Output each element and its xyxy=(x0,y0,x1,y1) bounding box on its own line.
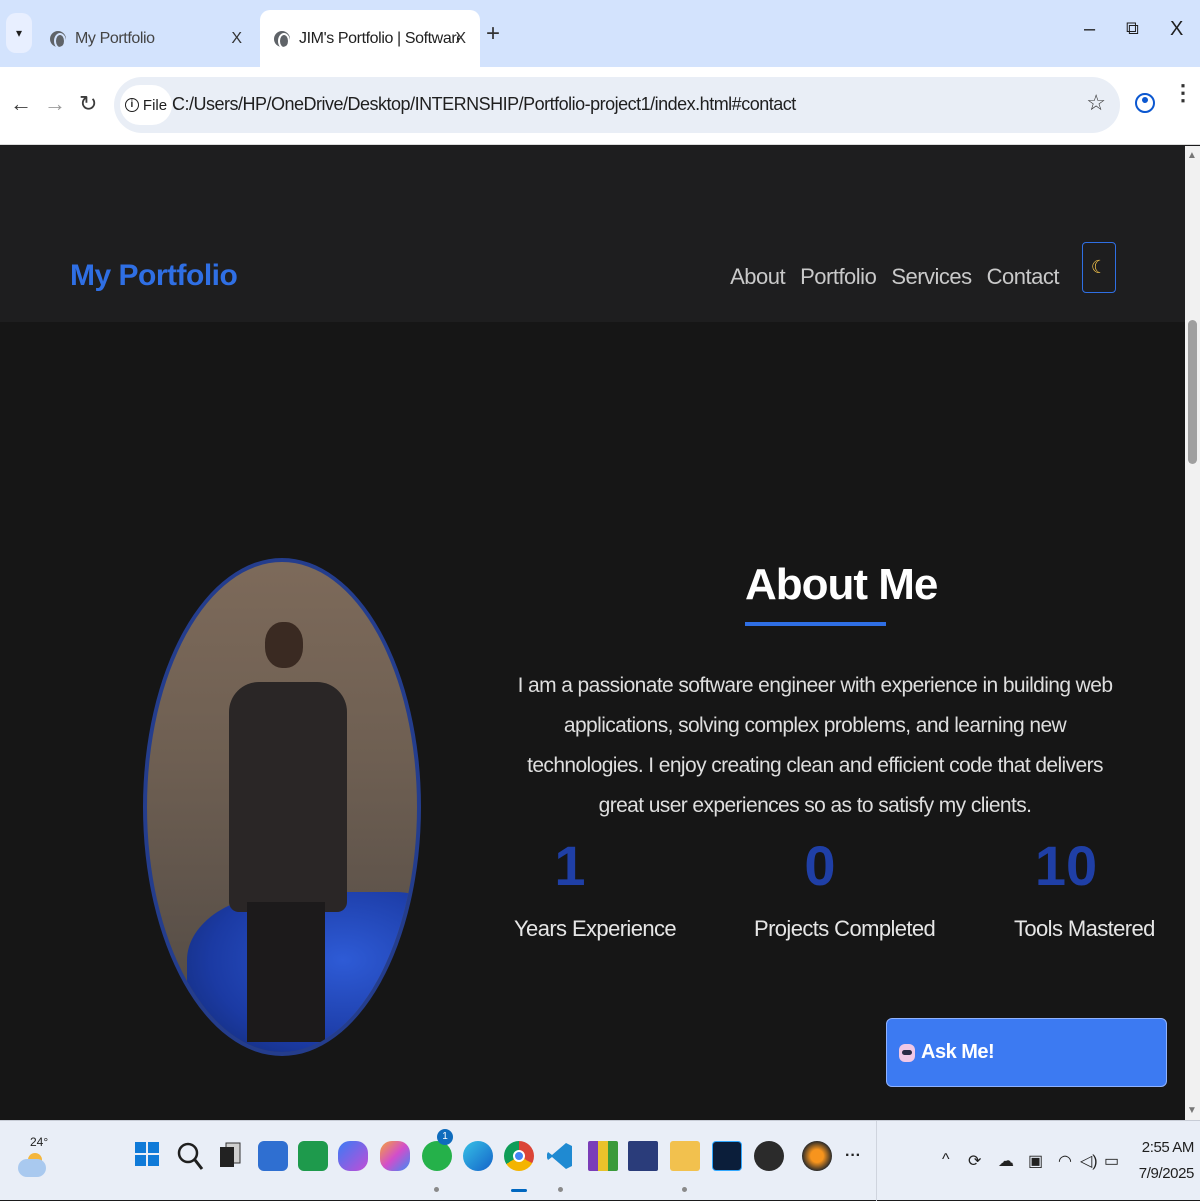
whatsapp-icon[interactable] xyxy=(422,1141,452,1171)
sync-icon[interactable]: ⟳ xyxy=(968,1151,981,1171)
about-title: About Me xyxy=(745,560,938,609)
page-viewport: My Portfolio About Portfolio Services Co… xyxy=(0,146,1185,1120)
globe-icon xyxy=(50,30,66,49)
stat-tools-mastered: 10 Tools Mastered xyxy=(1014,834,1155,942)
profile-icon[interactable] xyxy=(1135,93,1155,113)
store-icon[interactable] xyxy=(258,1141,288,1171)
stat-label: Projects Completed xyxy=(754,916,936,941)
stat-value: 10 xyxy=(1034,834,1098,897)
reload-button[interactable]: ↻ xyxy=(79,91,97,117)
taskbar-separator xyxy=(876,1121,877,1201)
battery-icon[interactable]: ▭ xyxy=(1104,1151,1119,1171)
restore-button[interactable]: ⧉ xyxy=(1126,18,1139,39)
tab-search-button[interactable]: ▾ xyxy=(6,13,32,53)
running-indicator xyxy=(558,1187,563,1192)
nav-link-services[interactable]: Services xyxy=(891,264,972,290)
browser-toolbar: ← → ↻ i File C:/Users/HP/OneDrive/Deskto… xyxy=(0,67,1200,145)
cloud-icon xyxy=(18,1159,46,1177)
scroll-up-arrow-icon[interactable]: ▲ xyxy=(1187,150,1197,161)
tab-close-button[interactable]: X xyxy=(455,30,466,48)
tab-close-button[interactable]: X xyxy=(231,30,242,48)
theme-toggle-button[interactable]: ☾ xyxy=(1082,242,1116,293)
about-description: I am a passionate software engineer with… xyxy=(517,674,1113,817)
globe-icon xyxy=(274,30,290,49)
close-window-button[interactable]: X xyxy=(1170,18,1183,41)
fl-studio-icon[interactable] xyxy=(802,1141,832,1171)
devcpp-icon[interactable] xyxy=(628,1141,658,1171)
about-section: About Me I am a passionate software engi… xyxy=(0,322,1185,1120)
running-indicator xyxy=(434,1187,439,1192)
system-clock[interactable]: 2:55 AM 7/9/2025 xyxy=(1128,1135,1195,1187)
windows-taskbar: 24° 1 ··· ^ ⟳ ☁ ▣ ◠ ◁) ▭ 2:55 AM 7/9/202… xyxy=(0,1120,1200,1201)
tab-my-portfolio[interactable]: My Portfolio X xyxy=(36,10,256,67)
scroll-down-arrow-icon[interactable]: ▼ xyxy=(1187,1105,1197,1116)
stat-projects-completed: 0 Projects Completed xyxy=(754,834,936,942)
stat-value: 1 xyxy=(554,834,586,897)
title-underline xyxy=(745,622,886,626)
browser-menu-button[interactable]: ⋮ xyxy=(1172,82,1194,104)
more-apps-icon[interactable]: ··· xyxy=(845,1147,861,1165)
stat-label: Tools Mastered xyxy=(1014,916,1155,941)
ask-me-label: Ask Me! xyxy=(921,1041,995,1063)
tab-title: JIM's Portfolio | Software Engineer xyxy=(299,29,459,47)
weather-temperature: 24° xyxy=(30,1135,49,1149)
stat-label: Years Experience xyxy=(514,916,677,941)
photo-person-head xyxy=(265,622,303,668)
stat-years-experience: 1 Years Experience xyxy=(514,834,677,942)
clock-time: 2:55 AM xyxy=(1141,1139,1195,1156)
classroom-icon[interactable] xyxy=(298,1141,328,1171)
url-text[interactable]: C:/Users/HP/OneDrive/Desktop/INTERNSHIP/… xyxy=(172,94,796,115)
photoshop-icon[interactable] xyxy=(712,1141,742,1171)
tab-jims-portfolio[interactable]: JIM's Portfolio | Software Engineer X xyxy=(260,10,480,67)
bookmark-star-icon[interactable]: ☆ xyxy=(1086,90,1106,116)
page-scrollbar[interactable]: ▲ ▼ xyxy=(1185,146,1200,1120)
volume-icon[interactable]: ◁) xyxy=(1080,1151,1098,1171)
edge-icon[interactable] xyxy=(463,1141,493,1171)
new-tab-button[interactable]: + xyxy=(486,20,500,48)
moon-icon: ☾ xyxy=(1090,257,1108,277)
search-icon[interactable] xyxy=(176,1141,206,1171)
scrollbar-thumb[interactable] xyxy=(1188,320,1197,464)
photo-person-body xyxy=(229,682,347,912)
nav-link-about[interactable]: About xyxy=(730,264,786,290)
tray-chevron-icon[interactable]: ^ xyxy=(942,1151,950,1169)
ask-me-chat-button[interactable]: Ask Me! xyxy=(886,1018,1167,1087)
stat-value: 0 xyxy=(804,834,836,897)
back-button[interactable]: ← xyxy=(10,91,32,117)
task-view-icon[interactable] xyxy=(218,1141,248,1171)
chrome-icon[interactable] xyxy=(504,1141,534,1171)
tab-title: My Portfolio xyxy=(75,29,155,47)
forward-button[interactable]: → xyxy=(44,91,66,117)
profile-photo xyxy=(143,558,421,1056)
photo-person-legs xyxy=(247,902,325,1042)
address-bar[interactable]: i File C:/Users/HP/OneDrive/Desktop/INTE… xyxy=(114,77,1120,133)
wifi-icon[interactable]: ◠ xyxy=(1058,1151,1072,1171)
onedrive-icon[interactable]: ☁ xyxy=(998,1151,1014,1171)
nav-link-portfolio[interactable]: Portfolio xyxy=(800,264,877,290)
nav-link-contact[interactable]: Contact xyxy=(987,264,1060,290)
browser-tab-bar: ▾ My Portfolio X JIM's Portfolio | Softw… xyxy=(0,0,1200,67)
site-header: My Portfolio About Portfolio Services Co… xyxy=(0,146,1185,322)
vscode-icon[interactable] xyxy=(546,1141,576,1171)
running-indicator xyxy=(682,1187,687,1192)
winrar-icon[interactable] xyxy=(588,1141,618,1171)
site-chip-label: File xyxy=(142,96,168,114)
whatsapp-badge: 1 xyxy=(437,1129,453,1145)
tablet-icon[interactable]: ▣ xyxy=(1028,1151,1043,1171)
copilot-icon[interactable] xyxy=(338,1141,368,1171)
obs-icon[interactable] xyxy=(754,1141,784,1171)
active-app-indicator xyxy=(511,1189,527,1192)
info-icon: i xyxy=(124,98,139,112)
site-nav: About Portfolio Services Contact xyxy=(730,264,1059,290)
robot-icon xyxy=(899,1043,915,1062)
copilot-app-icon[interactable] xyxy=(380,1141,410,1171)
minimize-button[interactable]: – xyxy=(1084,18,1095,41)
weather-widget[interactable]: 24° xyxy=(14,1129,50,1189)
clock-date: 7/9/2025 xyxy=(1138,1165,1195,1182)
start-icon[interactable] xyxy=(134,1141,164,1171)
site-info-chip[interactable]: i File xyxy=(120,85,172,125)
site-brand[interactable]: My Portfolio xyxy=(70,259,238,293)
file-explorer-icon[interactable] xyxy=(670,1141,700,1171)
